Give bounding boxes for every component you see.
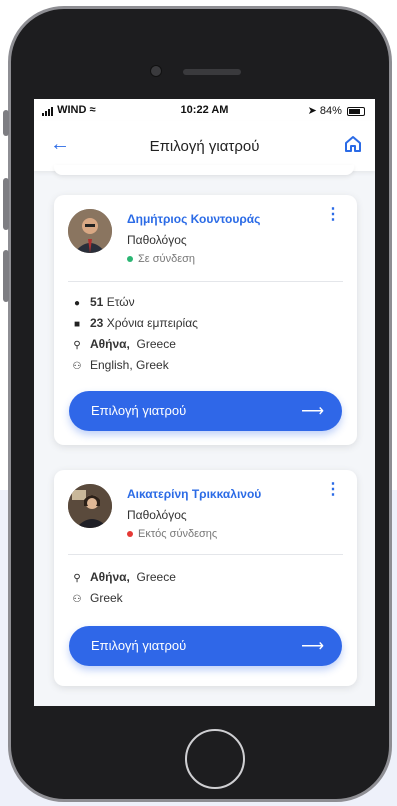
doctor-card: Δημήτριος Κουντουράς Παθολόγος Σε σύνδεσ… [54, 195, 357, 445]
location-row: ⚲ Αθήνα, Greece [70, 337, 176, 351]
age-row: ● 51 Ετών [70, 295, 135, 309]
briefcase-icon: ■ [73, 319, 81, 330]
side-button-volume-down [3, 250, 9, 302]
select-doctor-button[interactable]: Επιλογή γιατρού ⟶ [69, 626, 342, 666]
app-screen: WIND ≈ 10:22 AM ➤ 84% ← Επιλογή γιατρού [34, 99, 375, 706]
battery-status: ➤ 84% [308, 104, 365, 117]
location-arrow-icon: ➤ [307, 105, 317, 117]
select-doctor-button[interactable]: Επιλογή γιατρού ⟶ [69, 391, 342, 431]
online-status: Σε σύνδεση [127, 253, 195, 265]
kebab-icon[interactable]: ⋮ [325, 207, 341, 223]
languages-row: ⚇ English, Greek [70, 358, 169, 372]
divider [68, 554, 343, 555]
doctor-avatar [68, 484, 112, 528]
city: Αθήνα, [90, 570, 130, 584]
doctor-specialty: Παθολόγος [127, 508, 187, 522]
battery-percent: 84% [319, 105, 342, 117]
city: Αθήνα, [90, 337, 130, 351]
kebab-icon[interactable]: ⋮ [325, 482, 341, 498]
previous-card-edge [54, 165, 354, 175]
home-icon[interactable] [343, 134, 363, 159]
age-label: Ετών [106, 295, 135, 309]
language-icon: ⚇ [72, 594, 82, 605]
status-dot [127, 256, 133, 263]
select-doctor-label: Επιλογή γιατρού [91, 403, 187, 418]
side-button-mute [3, 110, 9, 136]
doctor-specialty: Παθολόγος [127, 233, 187, 247]
status-text: Εκτός σύνδεσης [138, 528, 218, 540]
location-pin-icon: ⚲ [73, 573, 81, 584]
doctor-avatar [68, 209, 112, 253]
doctor-card: Αικατερίνη Τρικκαλινού Παθολόγος Εκτός σ… [54, 470, 357, 686]
country: Greece [136, 337, 176, 351]
age-value: 51 [90, 295, 104, 309]
status-text: Σε σύνδεση [138, 253, 195, 265]
home-button[interactable] [185, 729, 245, 789]
status-bar: WIND ≈ 10:22 AM ➤ 84% [34, 99, 375, 121]
battery-icon [347, 106, 365, 116]
location-pin-icon: ⚲ [73, 340, 81, 351]
experience-row: ■ 23 Χρόνια εμπειρίας [70, 316, 198, 330]
experience-value: 23 [90, 316, 104, 330]
experience-label: Χρόνια εμπειρίας [106, 316, 198, 330]
person-icon: ● [73, 298, 81, 309]
arrow-right-icon: ⟶ [301, 638, 324, 655]
side-button-volume-up [3, 178, 9, 230]
language-icon: ⚇ [72, 361, 82, 372]
divider [68, 281, 343, 282]
country: Greece [136, 570, 176, 584]
status-dot [127, 531, 133, 538]
nav-bar: ← Επιλογή γιατρού [34, 121, 375, 171]
languages-row: ⚇ Greek [70, 591, 123, 605]
select-doctor-label: Επιλογή γιατρού [91, 638, 187, 653]
languages: English, Greek [90, 358, 169, 372]
arrow-right-icon: ⟶ [301, 403, 324, 420]
camera [150, 65, 162, 77]
languages: Greek [90, 591, 123, 605]
doctor-name[interactable]: Δημήτριος Κουντουράς [127, 212, 260, 226]
location-row: ⚲ Αθήνα, Greece [70, 570, 176, 584]
doctor-name[interactable]: Αικατερίνη Τρικκαλινού [127, 487, 261, 501]
speaker [183, 69, 241, 75]
page-title: Επιλογή γιατρού [149, 138, 260, 155]
offline-status: Εκτός σύνδεσης [127, 528, 217, 540]
